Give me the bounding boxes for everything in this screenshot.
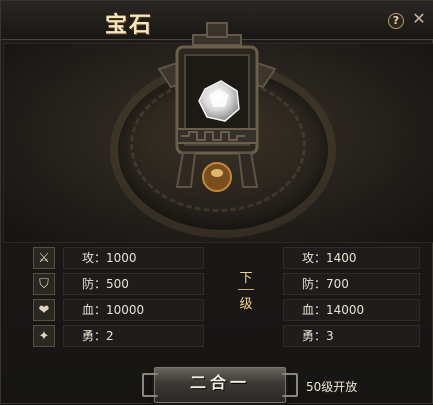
shield-icon: ⛉ — [33, 273, 55, 295]
next-defense: 防：700 — [283, 273, 420, 295]
close-button[interactable]: ✕ — [409, 9, 429, 29]
current-courage: 勇：2 — [63, 325, 204, 347]
merge-button[interactable]: 二合一 — [142, 365, 298, 405]
current-defense: 防：500 — [63, 273, 204, 295]
white-gem-icon[interactable] — [195, 77, 243, 125]
crossed-swords-icon: ⚔ — [33, 247, 55, 269]
help-button[interactable]: ? — [388, 13, 404, 29]
next-courage: 勇：3 — [283, 325, 420, 347]
level-label: 级 — [239, 297, 253, 312]
current-attack: 攻：1000 — [63, 247, 204, 269]
unlock-requirement: 50级开放 — [306, 380, 358, 394]
current-hp: 血：10000 — [63, 299, 204, 321]
heart-icon: ❤ — [33, 299, 55, 321]
next-hp: 血：14000 — [283, 299, 420, 321]
next-level-indicator: 下 级 — [229, 267, 263, 337]
next-label: 下 — [239, 271, 253, 286]
gem-window: 宝石 ? ✕ ⚔ 攻：1000 攻：1400 ⛉ 防：500 防：700 ❤ 血… — [0, 0, 433, 405]
courage-icon: ✦ — [33, 325, 55, 347]
indicator-line — [238, 289, 254, 290]
next-attack: 攻：1400 — [283, 247, 420, 269]
